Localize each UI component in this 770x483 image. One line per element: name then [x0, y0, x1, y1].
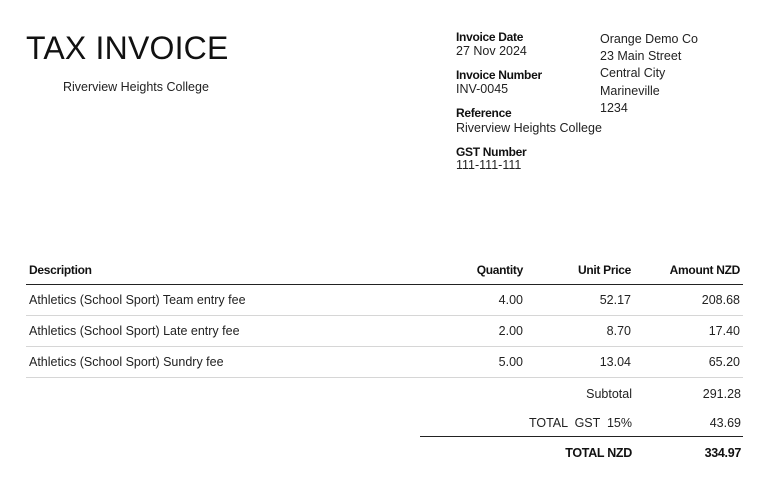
invoice-title: TAX INVOICE	[26, 30, 229, 66]
from-address-line: 23 Main Street	[600, 49, 682, 63]
line-item-quantity: 4.00	[421, 284, 526, 316]
total-label: TOTAL NZD	[565, 446, 632, 460]
line-item-amount: 208.68	[634, 284, 743, 316]
line-item-description: Athletics (School Sport) Late entry fee	[26, 315, 421, 347]
bill-to-name: Riverview Heights College	[63, 80, 209, 94]
invoice-date-value: 27 Nov 2024	[456, 44, 527, 58]
line-item-description: Athletics (School Sport) Sundry fee	[26, 346, 421, 378]
reference-value: Riverview Heights College	[456, 121, 602, 135]
subtotal-value: 291.28	[702, 387, 741, 401]
totals-divider	[420, 436, 743, 437]
line-item-quantity: 2.00	[421, 315, 526, 347]
subtotal-label: Subtotal	[586, 387, 632, 401]
from-address-line: Marineville	[600, 84, 660, 98]
line-item-unit-price: 13.04	[526, 346, 634, 378]
column-header-unit-price: Unit Price	[526, 263, 634, 285]
column-header-description: Description	[26, 263, 421, 285]
table-row: Athletics (School Sport) Sundry fee 5.00…	[26, 346, 743, 378]
table-header-row: Description Quantity Unit Price Amount N…	[26, 263, 743, 285]
line-item-unit-price: 8.70	[526, 315, 634, 347]
line-item-unit-price: 52.17	[526, 284, 634, 316]
from-address-line: Central City	[600, 66, 666, 80]
total-value: 334.97	[704, 446, 742, 460]
line-items-table: Description Quantity Unit Price Amount N…	[26, 263, 743, 378]
line-item-quantity: 5.00	[421, 346, 526, 378]
line-item-amount: 65.20	[634, 346, 743, 378]
invoice-date-label: Invoice Date	[456, 30, 524, 44]
invoice-number-label: Invoice Number	[456, 68, 542, 82]
line-item-description: Athletics (School Sport) Team entry fee	[26, 284, 421, 316]
line-item-amount: 17.40	[634, 315, 743, 347]
table-row: Athletics (School Sport) Late entry fee …	[26, 315, 743, 347]
from-postcode: 1234	[600, 101, 628, 115]
column-header-amount: Amount NZD	[634, 263, 743, 285]
gst-total-value: 43.69	[709, 416, 741, 430]
table-row: Athletics (School Sport) Team entry fee …	[26, 284, 743, 316]
gst-number-label: GST Number	[456, 145, 527, 159]
from-company: Orange Demo Co	[600, 32, 698, 46]
column-header-quantity: Quantity	[421, 263, 526, 285]
invoice-number-value: INV-0045	[456, 82, 509, 96]
gst-number-value: 111-111-111	[456, 158, 522, 172]
reference-label: Reference	[456, 106, 512, 120]
gst-total-label: TOTAL GST 15%	[528, 416, 632, 430]
